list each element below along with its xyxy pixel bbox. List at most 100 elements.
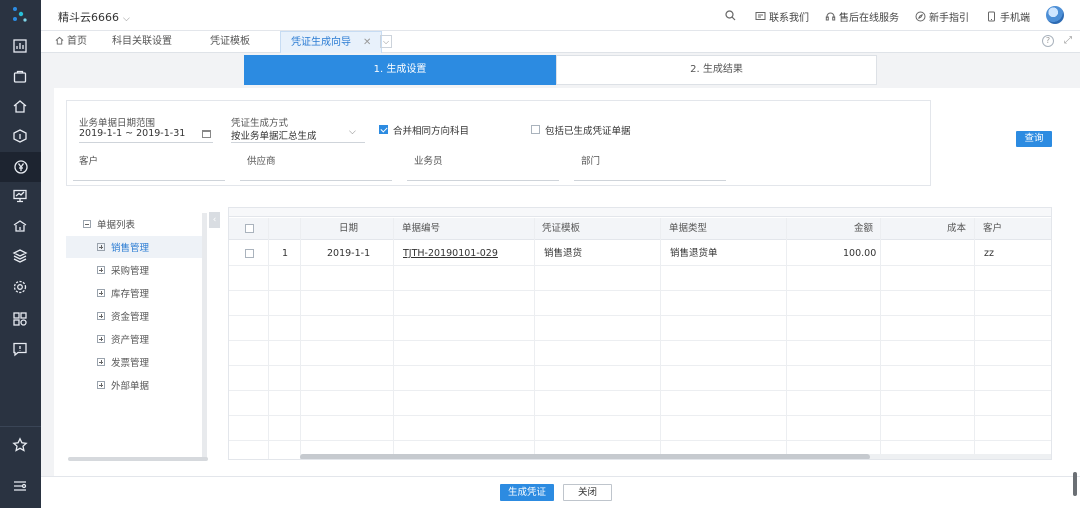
tab-home[interactable]: 首页 bbox=[45, 31, 97, 53]
date-range-underline bbox=[79, 142, 213, 143]
col-amount[interactable]: 金额 bbox=[854, 218, 873, 240]
col-doc-no[interactable]: 单据编号 bbox=[402, 218, 440, 240]
merge-checkbox[interactable] bbox=[379, 125, 388, 134]
page-scrollbar[interactable] bbox=[1073, 472, 1077, 496]
table-row-empty bbox=[229, 291, 1051, 316]
fullscreen-icon[interactable]: ⤢ bbox=[1064, 35, 1072, 46]
tree-item-funds[interactable]: 资金管理 bbox=[66, 305, 206, 327]
close-button[interactable]: 关闭 bbox=[563, 484, 612, 501]
company-switcher[interactable]: 精斗云6666 ⌵ bbox=[58, 9, 130, 25]
tree-item-label: 库存管理 bbox=[111, 289, 150, 300]
query-button[interactable]: 查询 bbox=[1016, 131, 1052, 147]
col-customer[interactable]: 客户 bbox=[983, 218, 1002, 240]
salesman-field[interactable] bbox=[407, 180, 559, 181]
tree-item-invoice[interactable]: 发票管理 bbox=[66, 351, 206, 373]
beginner-guide-label: 新手指引 bbox=[929, 13, 969, 24]
include-label: 包括已生成凭证单据 bbox=[545, 126, 631, 137]
beginner-guide-link[interactable]: 新手指引 bbox=[915, 9, 969, 24]
include-checkbox[interactable] bbox=[531, 125, 540, 134]
calendar-icon[interactable] bbox=[202, 130, 211, 138]
inventory-icon[interactable] bbox=[10, 126, 30, 146]
row-doc-no-link[interactable]: TJTH-20190101-029 bbox=[403, 241, 498, 266]
grid-top-strip bbox=[229, 208, 1051, 217]
app-logo-icon[interactable] bbox=[11, 6, 29, 24]
row-index: 1 bbox=[282, 248, 289, 259]
bottom-action-bar: 生成凭证 关闭 bbox=[41, 476, 1080, 508]
expand-icon[interactable] bbox=[97, 266, 105, 274]
col-date[interactable]: 日期 bbox=[339, 218, 358, 240]
tree-item-purchase[interactable]: 采购管理 bbox=[66, 259, 206, 281]
grid-header: 日期 单据编号 凭证模板 单据类型 金额 成本 客户 bbox=[229, 218, 1051, 240]
tree-root-label: 单据列表 bbox=[97, 220, 136, 231]
after-sales-link[interactable]: 售后在线服务 bbox=[825, 9, 899, 24]
collapse-icon[interactable] bbox=[83, 220, 91, 228]
wizard-step-settings: 1. 生成设置 bbox=[244, 55, 556, 85]
home-icon[interactable] bbox=[10, 96, 30, 116]
tab-voucher-template[interactable]: 凭证模板 bbox=[200, 31, 260, 53]
document-tree: 单据列表 销售管理 采购管理 库存管理 资金管理 资产管理 发票管理 外部单据 bbox=[66, 210, 206, 460]
row-checkbox[interactable] bbox=[245, 249, 254, 258]
table-row-empty bbox=[229, 366, 1051, 391]
main-panel: 业务单据日期范围 2019-1-1 ~ 2019-1-31 凭证生成方式 按业务… bbox=[54, 88, 1080, 476]
tree-vertical-scrollbar[interactable] bbox=[202, 213, 207, 458]
table-row-empty bbox=[229, 316, 1051, 341]
col-type[interactable]: 单据类型 bbox=[669, 218, 707, 240]
filter-form: 业务单据日期范围 2019-1-1 ~ 2019-1-31 凭证生成方式 按业务… bbox=[66, 100, 931, 186]
tab-voucher-wizard[interactable]: 凭证生成向导 ✕ bbox=[280, 31, 383, 53]
chevron-down-icon[interactable]: ⌵ bbox=[349, 127, 356, 137]
apps-icon[interactable] bbox=[10, 309, 30, 329]
tab-bar: 首页 科目关联设置 凭证模板 凭证生成向导 ✕ ⌵ ? ⤢ bbox=[41, 31, 1080, 53]
gear-icon[interactable] bbox=[10, 277, 30, 297]
customer-field[interactable] bbox=[73, 180, 225, 181]
tree-item-sales[interactable]: 销售管理 bbox=[66, 236, 206, 258]
chevron-down-icon[interactable]: ⌵ bbox=[380, 35, 392, 48]
tree-item-external[interactable]: 外部单据 bbox=[66, 374, 206, 396]
department-label: 部门 bbox=[581, 156, 601, 167]
star-icon[interactable] bbox=[10, 435, 30, 455]
yen-icon[interactable] bbox=[0, 152, 41, 182]
method-label: 凭证生成方式 bbox=[231, 118, 289, 129]
table-row[interactable]: 1 2019-1-1 TJTH-20190101-029 销售退货 销售退货单 … bbox=[229, 241, 1051, 266]
expand-icon[interactable] bbox=[97, 335, 105, 343]
report-icon[interactable] bbox=[10, 186, 30, 206]
tab-home-label: 首页 bbox=[67, 36, 87, 47]
tab-account-mapping[interactable]: 科目关联设置 bbox=[102, 31, 182, 53]
expand-icon[interactable] bbox=[97, 381, 105, 389]
help-icon[interactable]: ? bbox=[1042, 35, 1054, 47]
feedback-icon[interactable] bbox=[10, 339, 30, 359]
merge-label: 合并相同方向科目 bbox=[393, 126, 470, 137]
col-template[interactable]: 凭证模板 bbox=[542, 218, 580, 240]
search-icon[interactable] bbox=[725, 10, 736, 21]
select-all-checkbox[interactable] bbox=[245, 224, 254, 233]
document-grid: 日期 单据编号 凭证模板 单据类型 金额 成本 客户 1 2019-1-1 TJ… bbox=[228, 207, 1052, 460]
col-cost[interactable]: 成本 bbox=[947, 218, 966, 240]
department-field[interactable] bbox=[574, 180, 726, 181]
generate-voucher-button[interactable]: 生成凭证 bbox=[500, 484, 554, 501]
tree-horizontal-scrollbar[interactable] bbox=[68, 457, 208, 461]
expand-icon[interactable] bbox=[97, 243, 105, 251]
collapse-panel-icon[interactable]: ‹ bbox=[209, 212, 220, 228]
row-type: 销售退货单 bbox=[670, 248, 718, 259]
chart-icon[interactable] bbox=[10, 36, 30, 56]
expand-icon[interactable] bbox=[97, 312, 105, 320]
expand-icon[interactable] bbox=[97, 358, 105, 366]
grid-scrollbar-thumb[interactable] bbox=[300, 454, 870, 459]
bag-icon[interactable] bbox=[10, 66, 30, 86]
salesman-label: 业务员 bbox=[414, 156, 443, 167]
supplier-field[interactable] bbox=[240, 180, 392, 181]
expand-icon[interactable] bbox=[97, 289, 105, 297]
asset-icon[interactable] bbox=[10, 216, 30, 236]
mobile-label: 手机端 bbox=[1000, 13, 1030, 24]
tree-item-inventory[interactable]: 库存管理 bbox=[66, 282, 206, 304]
layers-icon[interactable] bbox=[10, 246, 30, 266]
avatar[interactable] bbox=[1046, 6, 1064, 24]
tree-item-label: 销售管理 bbox=[111, 243, 150, 254]
tree-item-assets[interactable]: 资产管理 bbox=[66, 328, 206, 350]
settings-list-icon[interactable] bbox=[10, 476, 30, 496]
close-icon[interactable]: ✕ bbox=[363, 37, 371, 48]
row-customer: zz bbox=[984, 248, 994, 259]
mobile-link[interactable]: 手机端 bbox=[986, 9, 1030, 24]
date-range-value[interactable]: 2019-1-1 ~ 2019-1-31 bbox=[79, 128, 185, 139]
method-select[interactable]: 按业务单据汇总生成 bbox=[231, 128, 317, 142]
contact-us-link[interactable]: 联系我们 bbox=[755, 9, 809, 24]
